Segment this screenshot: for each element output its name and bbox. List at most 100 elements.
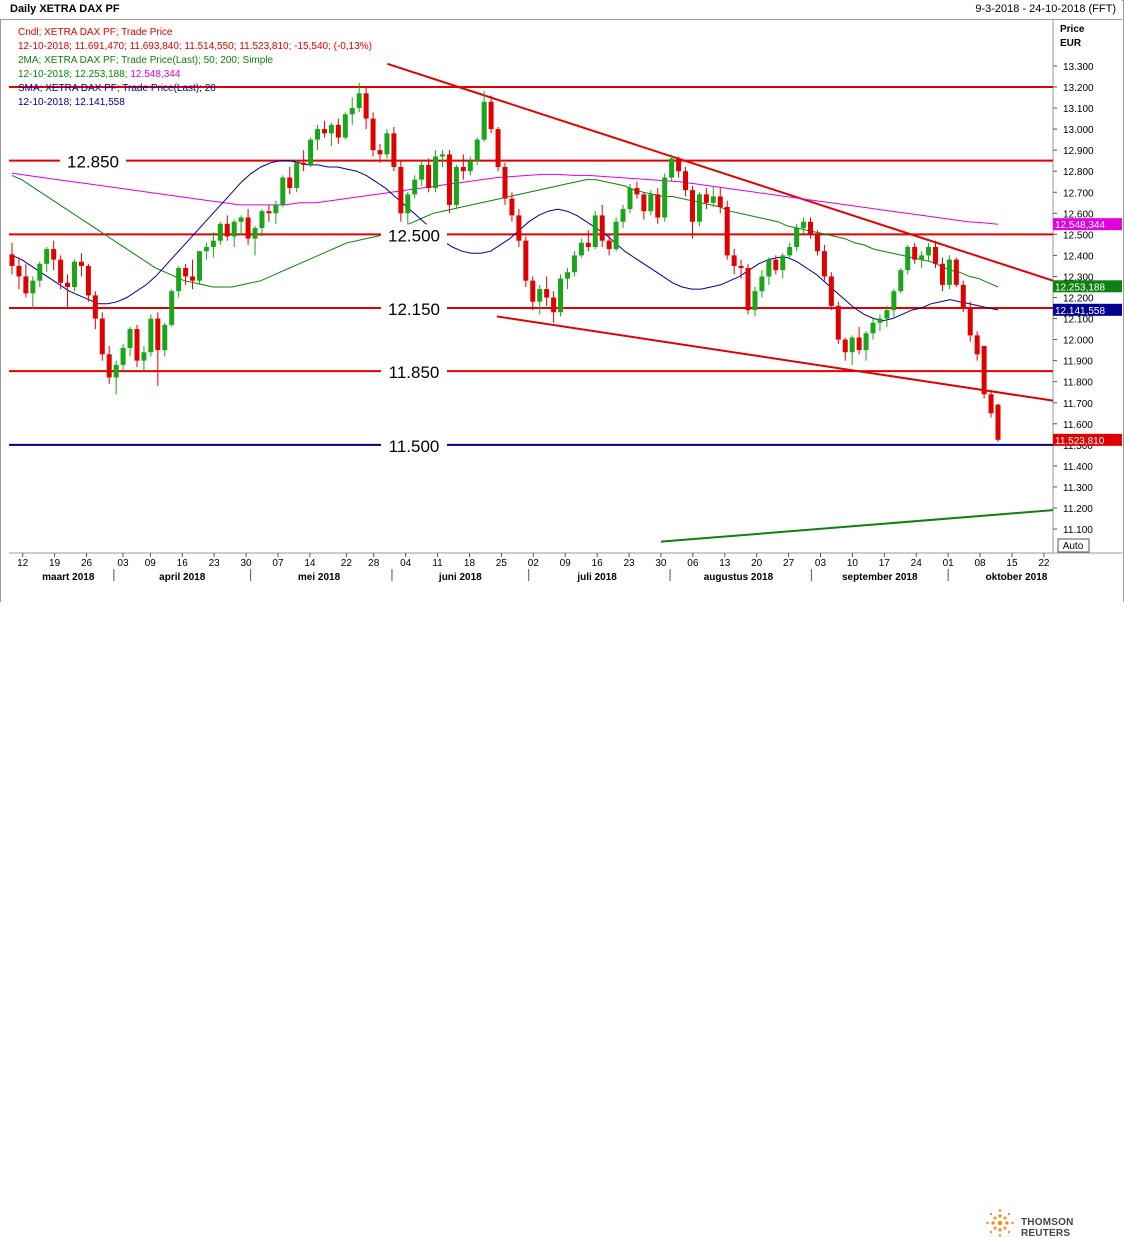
last-value-label: 12.253,188 xyxy=(1055,282,1105,293)
level-label: 12.150 xyxy=(388,300,440,319)
y-tick-label: 11.900 xyxy=(1063,357,1093,368)
candle-body xyxy=(183,268,189,277)
candle-body xyxy=(766,259,772,277)
candle-body xyxy=(870,322,876,334)
candle-body xyxy=(544,289,550,298)
candle-body xyxy=(842,339,848,353)
candle-body xyxy=(960,284,966,309)
y-tick-label: 11.200 xyxy=(1063,504,1093,515)
candle-body xyxy=(169,291,175,325)
candle-body xyxy=(405,194,411,214)
y-tick-label: 13.000 xyxy=(1063,125,1094,136)
x-tick-label: 03 xyxy=(117,558,129,569)
x-tick-label: 12 xyxy=(17,558,29,569)
candle-body xyxy=(113,364,119,378)
candle-body xyxy=(502,166,508,199)
candle-body xyxy=(196,251,202,281)
candle-body xyxy=(641,194,647,212)
legend-candle-desc: Cndl; XETRA DAX PF; Trade Price xyxy=(18,27,173,38)
x-tick-label: 16 xyxy=(592,558,604,569)
month-label: april 2018 xyxy=(159,572,206,583)
candle-body xyxy=(99,318,105,355)
candle-body xyxy=(259,211,265,229)
candle-body xyxy=(745,268,751,311)
month-label: mei 2018 xyxy=(298,572,341,583)
y-tick-label: 12.900 xyxy=(1063,146,1094,157)
candle-body xyxy=(703,194,709,203)
y-tick-label: 12.200 xyxy=(1063,294,1094,305)
x-tick-label: 23 xyxy=(209,558,221,569)
candle-body xyxy=(995,404,1001,440)
candle-body xyxy=(613,221,619,250)
candle-body xyxy=(328,124,334,134)
candle-body xyxy=(16,265,22,277)
candle-body xyxy=(384,133,390,155)
candle-body xyxy=(356,93,362,109)
y-tick-label: 13.200 xyxy=(1063,83,1094,94)
candle-body xyxy=(933,246,939,264)
currency-label: EUR xyxy=(1060,38,1082,49)
candle-body xyxy=(474,139,480,161)
candle-body xyxy=(981,345,987,395)
candle-body xyxy=(863,333,869,351)
candle-body xyxy=(849,337,855,353)
thomson-reuters-logo-icon xyxy=(986,1209,1014,1237)
candle-body xyxy=(905,246,911,271)
x-tick-label: 26 xyxy=(81,558,93,569)
x-tick-label: 11 xyxy=(432,558,443,569)
x-tick-label: 07 xyxy=(272,558,284,569)
month-label: augustus 2018 xyxy=(704,572,774,583)
candle-body xyxy=(85,265,91,296)
candle-body xyxy=(148,318,154,353)
candle-body xyxy=(578,242,584,256)
candle-body xyxy=(926,246,932,256)
candle-body xyxy=(835,305,841,340)
candle-body xyxy=(217,223,223,241)
x-tick-label: 09 xyxy=(560,558,572,569)
level-label: 12.500 xyxy=(388,226,440,245)
candle-body xyxy=(738,265,744,269)
candle-body xyxy=(446,154,452,205)
candle-body xyxy=(877,318,883,323)
legend-2ma-values: 12-10-2018; 12.253,188; 12.548,344 xyxy=(18,69,180,80)
candle-body xyxy=(37,263,43,281)
candle-body xyxy=(683,171,689,191)
candle-body xyxy=(710,196,716,203)
candle-body xyxy=(516,215,522,241)
x-tick-label: 30 xyxy=(241,558,253,569)
y-tick-label: 11.600 xyxy=(1063,420,1093,431)
level-label: 12.850 xyxy=(67,153,119,172)
x-tick-label: 20 xyxy=(751,558,763,569)
candle-body xyxy=(238,217,244,222)
x-tick-label: 30 xyxy=(655,558,667,569)
candle-body xyxy=(814,234,820,252)
x-tick-label: 22 xyxy=(341,558,353,569)
x-tick-label: 18 xyxy=(464,558,476,569)
y-tick-label: 12.000 xyxy=(1063,336,1094,347)
month-label: juni 2018 xyxy=(438,572,482,583)
month-label: oktober 2018 xyxy=(986,572,1048,583)
candle-body xyxy=(592,215,598,247)
candle-body xyxy=(335,124,341,138)
x-tick-label: 23 xyxy=(623,558,635,569)
x-tick-label: 22 xyxy=(1038,558,1050,569)
candle-body xyxy=(974,335,980,355)
x-tick-label: 04 xyxy=(400,558,412,569)
x-tick-label: 08 xyxy=(974,558,986,569)
candle-body xyxy=(412,179,418,195)
candle-body xyxy=(537,289,543,302)
candle-body xyxy=(176,268,182,292)
candle-body xyxy=(106,354,112,378)
candle-body xyxy=(801,221,807,229)
chart-header: Daily XETRA DAX PF 9-3-2018 - 24-10-2018… xyxy=(0,0,1122,20)
x-tick-label: 28 xyxy=(368,558,380,569)
candle-body xyxy=(828,276,834,306)
candle-body xyxy=(571,255,577,273)
candle-body xyxy=(65,282,71,287)
candle-body xyxy=(315,129,321,140)
legend-2ma-desc: 2MA; XETRA DAX PF; Trade Price(Last); 50… xyxy=(18,55,274,66)
x-tick-label: 24 xyxy=(911,558,923,569)
candle-body xyxy=(301,162,307,165)
candle-body xyxy=(599,215,605,241)
legend-sma-values: 12-10-2018; 12.141,558 xyxy=(18,97,125,108)
